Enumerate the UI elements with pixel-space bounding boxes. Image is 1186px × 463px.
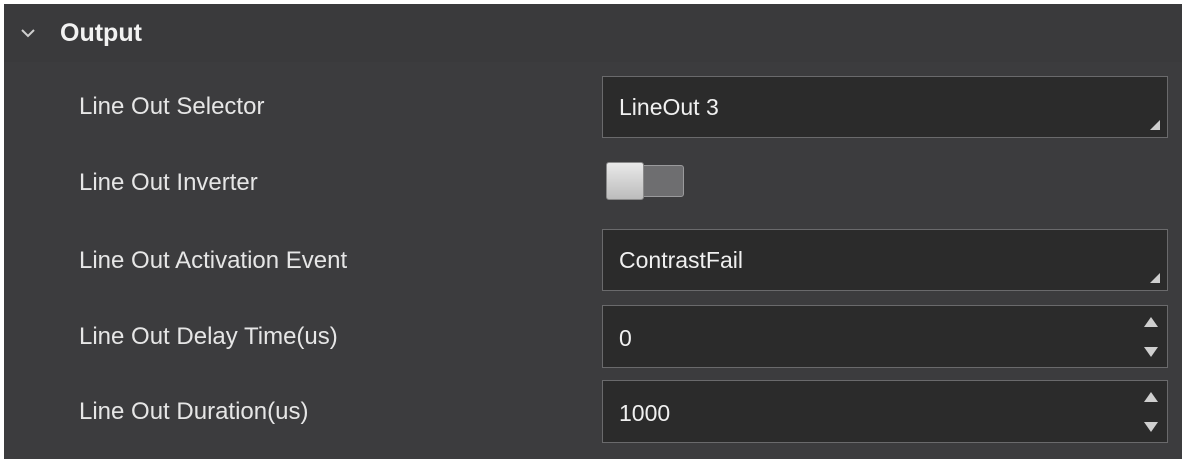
spin-up-icon[interactable]: [1143, 391, 1159, 403]
line-out-duration-input[interactable]: 1000: [602, 380, 1168, 443]
line-out-activation-event-label: Line Out Activation Event: [79, 247, 348, 274]
line-out-inverter-label: Line Out Inverter: [79, 169, 258, 196]
line-out-duration-label: Line Out Duration(us): [79, 398, 309, 425]
chevron-down-icon[interactable]: [18, 23, 38, 43]
line-out-selector-label: Line Out Selector: [79, 93, 265, 120]
dropdown-corner-icon: [1150, 120, 1160, 130]
spin-up-icon[interactable]: [1143, 316, 1159, 328]
line-out-duration-value[interactable]: 1000: [619, 398, 670, 428]
toggle-knob: [606, 162, 644, 200]
section-title: Output: [60, 19, 142, 47]
spin-down-icon[interactable]: [1143, 421, 1159, 433]
output-section-header[interactable]: Output: [4, 4, 1182, 62]
properties-panel: Output Line Out Selector LineOut 3 Line …: [4, 4, 1182, 459]
line-out-activation-event-dropdown[interactable]: ContrastFail: [602, 229, 1168, 291]
line-out-delay-time-input[interactable]: 0: [602, 305, 1168, 368]
line-out-activation-event-value: ContrastFail: [619, 247, 743, 273]
line-out-selector-value: LineOut 3: [619, 94, 719, 120]
line-out-inverter-toggle[interactable]: [606, 162, 686, 200]
line-out-selector-dropdown[interactable]: LineOut 3: [602, 76, 1168, 138]
line-out-delay-time-label: Line Out Delay Time(us): [79, 323, 338, 350]
spin-down-icon[interactable]: [1143, 346, 1159, 358]
dropdown-corner-icon: [1150, 273, 1160, 283]
line-out-delay-time-value[interactable]: 0: [619, 323, 632, 353]
